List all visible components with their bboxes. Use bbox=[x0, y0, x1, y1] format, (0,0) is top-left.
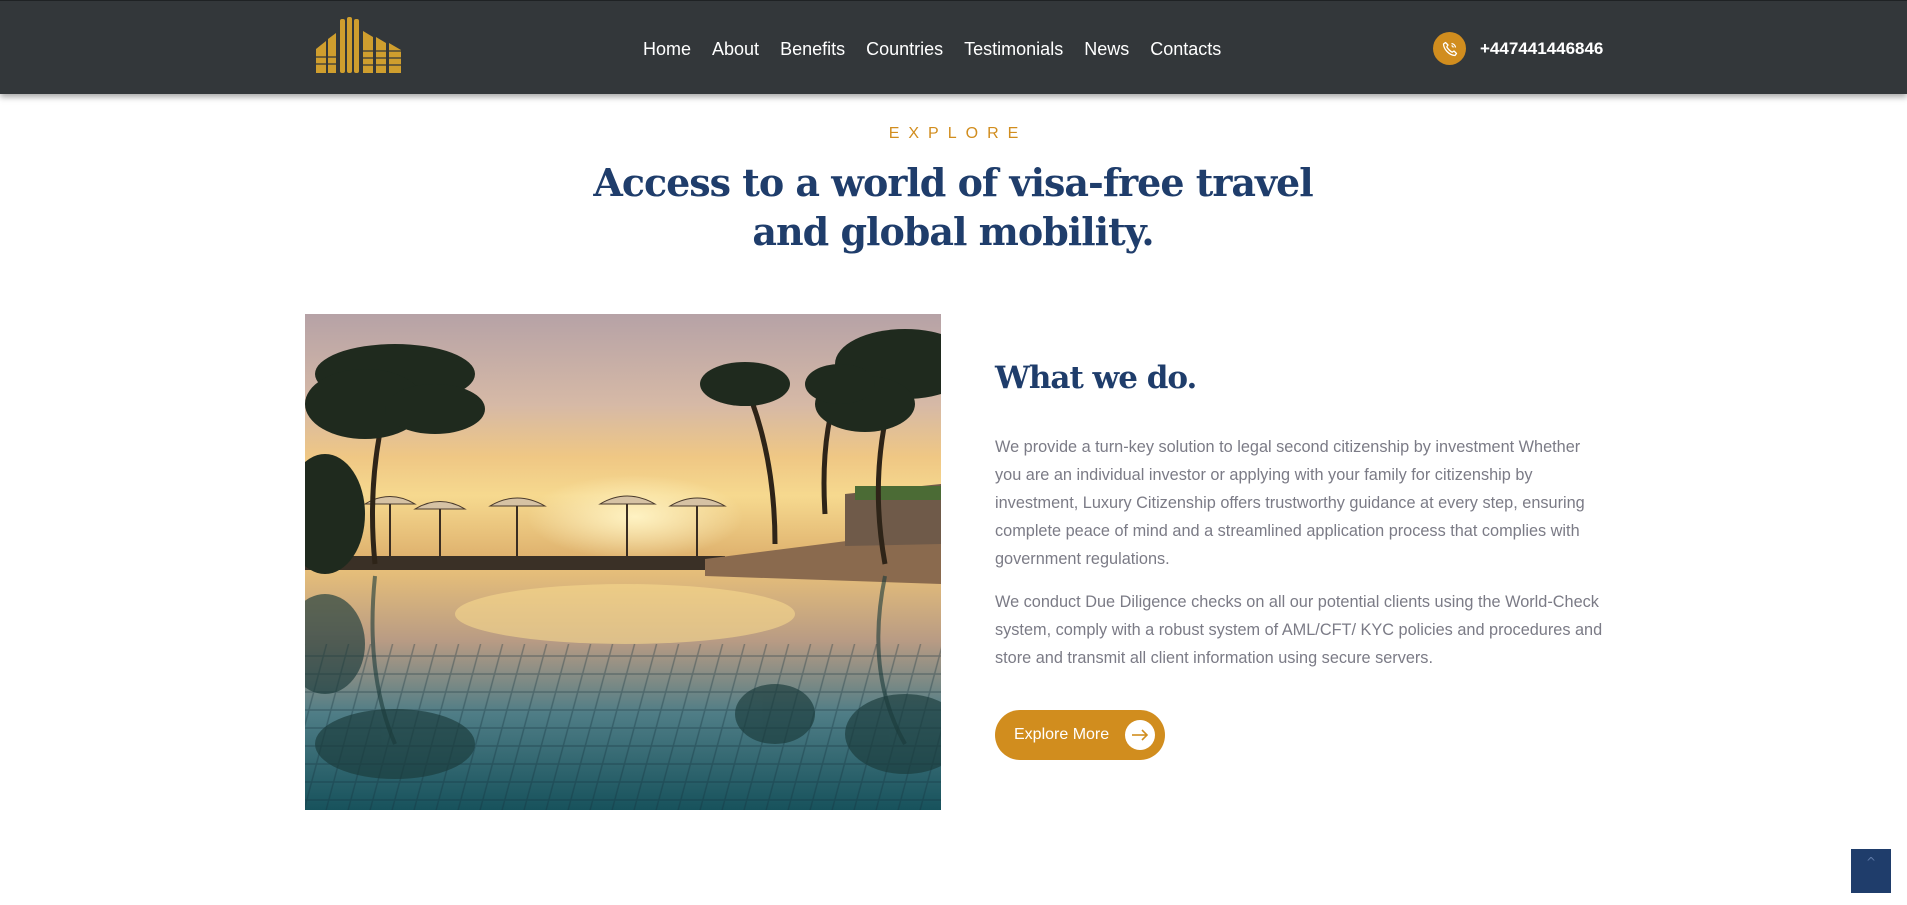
headline-line-2: and global mobility. bbox=[752, 209, 1154, 254]
nav-countries[interactable]: Countries bbox=[866, 39, 943, 60]
main-nav: Home About Benefits Countries Testimonia… bbox=[643, 37, 1242, 61]
nav-testimonials[interactable]: Testimonials bbox=[964, 39, 1063, 60]
about-paragraph-2: We conduct Due Diligence checks on all o… bbox=[995, 593, 1603, 667]
building-logo-icon bbox=[316, 17, 401, 73]
section-title: What we do. bbox=[995, 360, 1197, 396]
back-to-top-button[interactable]: ^ bbox=[1851, 849, 1891, 893]
site-header: Home About Benefits Countries Testimonia… bbox=[0, 0, 1907, 94]
arrow-right-icon bbox=[1125, 720, 1155, 750]
nav-about[interactable]: About bbox=[712, 39, 759, 60]
nav-contacts[interactable]: Contacts bbox=[1150, 39, 1221, 60]
phone-link[interactable]: +447441446846 bbox=[1433, 32, 1603, 65]
explore-more-label: Explore More bbox=[1014, 726, 1110, 743]
section-eyebrow: EXPLORE bbox=[888, 125, 1028, 142]
chevron-up-icon: ^ bbox=[1865, 855, 1877, 869]
logo[interactable] bbox=[316, 17, 401, 73]
about-paragraph-1: We provide a turn-key solution to legal … bbox=[995, 438, 1585, 568]
headline-line-1: Access to a world of visa-free travel bbox=[593, 160, 1313, 205]
phone-icon bbox=[1433, 32, 1466, 65]
explore-more-button[interactable]: Explore More bbox=[995, 710, 1165, 760]
nav-benefits[interactable]: Benefits bbox=[780, 39, 845, 60]
nav-home[interactable]: Home bbox=[643, 39, 691, 60]
phone-number: +447441446846 bbox=[1480, 38, 1604, 58]
page-headline: Access to a world of visa-free travel an… bbox=[553, 158, 1353, 256]
nav-news[interactable]: News bbox=[1084, 39, 1129, 60]
resort-pool-sunset-photo bbox=[305, 314, 941, 810]
